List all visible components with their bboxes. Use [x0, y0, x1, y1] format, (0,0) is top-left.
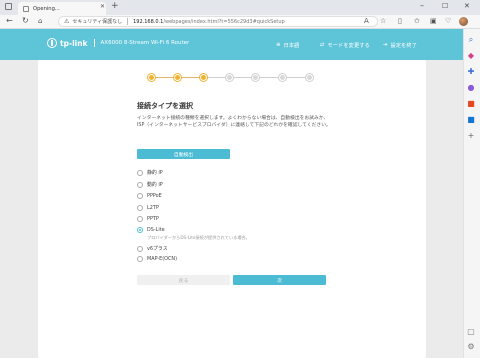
option-v6-plus[interactable]: v6プラス — [137, 245, 168, 252]
radio-button[interactable] — [137, 216, 143, 222]
exit-setup-link[interactable]: ⇥ 設定を終了 — [383, 41, 417, 49]
brand-name: tp-link — [60, 38, 88, 48]
maximize-icon[interactable]: ☐ — [442, 2, 448, 10]
language-label: 日本語 — [283, 43, 300, 49]
progress-step — [279, 74, 286, 81]
workspaces-icon[interactable] — [5, 3, 12, 10]
reload-icon[interactable]: ↻ — [22, 16, 29, 25]
ds-lite-note: プロバイダーからDS-Lite接続が提供されている場合。 — [147, 235, 250, 240]
edge-sidebar — [463, 29, 480, 358]
radio-button-selected[interactable] — [137, 227, 143, 233]
option-label: MAP-E(OCN) — [147, 256, 178, 262]
page-favicon-icon — [23, 5, 29, 12]
close-tab-icon[interactable]: ✕ — [100, 3, 105, 10]
option-pptp[interactable]: PPTP — [137, 216, 159, 222]
progress-step — [174, 74, 181, 81]
page-title: 接続タイプを選択 — [137, 102, 193, 110]
security-label: セキュリティ保護なし — [72, 19, 123, 25]
browser-tab[interactable]: Opening... — [18, 2, 106, 15]
option-label: PPPoE — [147, 193, 162, 199]
progress-step — [306, 74, 313, 81]
progress-step — [252, 74, 259, 81]
option-label: v6プラス — [147, 246, 168, 252]
setup-card — [38, 60, 426, 358]
hide-sidebar-icon[interactable]: ▢ — [466, 327, 476, 337]
exit-setup-label: 設定を終了 — [390, 43, 417, 49]
favorites-icon[interactable]: ✩ — [414, 17, 420, 25]
url-path: /webpages/index.html?t=556c29d3#quickSet… — [163, 18, 285, 25]
url-host: 192.168.0.1 — [133, 18, 164, 25]
option-label: 静的 IP — [147, 170, 163, 176]
outlook-icon[interactable]: ■ — [466, 115, 476, 125]
window-close-icon[interactable]: ✕ — [464, 2, 470, 10]
radio-button[interactable] — [137, 181, 143, 188]
brand-divider — [93, 39, 95, 47]
new-tab-icon[interactable]: + — [111, 1, 119, 11]
favorite-star-icon[interactable]: ☆ — [380, 17, 386, 25]
progress-step — [148, 74, 155, 81]
brand: tp-link AX6000 8-Stream Wi-Fi 6 Router — [47, 38, 189, 48]
progress-step — [226, 74, 233, 81]
tab-title: Opening... — [33, 5, 60, 12]
option-label: 動的 IP — [147, 182, 163, 188]
warning-icon: ⚠ — [64, 18, 70, 25]
option-dynamic-ip[interactable]: 動的 IP — [137, 181, 163, 188]
shopping-icon[interactable]: ◆ — [466, 51, 476, 61]
mode-switch-icon: ⇄ — [320, 42, 325, 48]
address-bar[interactable]: ⚠ セキュリティ保護なし 192.168.0.1 /webpages/index… — [58, 16, 378, 27]
tools-icon[interactable]: ✚ — [466, 67, 476, 77]
option-ds-lite[interactable]: DS-Lite — [137, 227, 165, 233]
back-button[interactable]: 戻る — [137, 275, 230, 285]
home-icon[interactable]: ⌂ — [38, 17, 42, 25]
auto-detect-button[interactable]: 自動検出 — [137, 149, 230, 159]
option-l2tp[interactable]: L2TP — [137, 205, 159, 211]
add-sidebar-icon[interactable]: + — [466, 131, 476, 141]
option-map-e-ocn[interactable]: MAP-E(OCN) — [137, 256, 177, 262]
collections-icon[interactable]: ▣ — [430, 17, 437, 25]
option-label: DS-Lite — [147, 227, 165, 233]
exit-icon: ⇥ — [383, 42, 388, 48]
globe-icon: ⊕ — [276, 42, 281, 48]
back-icon[interactable]: ← — [6, 16, 13, 25]
option-label: PPTP — [147, 216, 159, 222]
page-description: インターネット接続の種類を選択します。よくわからない場合は、自動検出をお試みか、… — [137, 116, 331, 128]
change-mode-link[interactable]: ⇄ モードを変更する — [320, 41, 370, 49]
language-selector[interactable]: ⊕ 日本語 — [276, 41, 299, 49]
next-button[interactable]: 次 — [233, 275, 326, 285]
radio-button[interactable] — [137, 205, 143, 211]
read-aloud-icon[interactable]: A — [364, 17, 369, 25]
tp-link-logo-icon — [47, 38, 57, 48]
search-icon[interactable]: ⌕ — [466, 35, 476, 45]
browser-essentials-icon[interactable]: ♡ — [445, 17, 451, 25]
sidebar-settings-icon[interactable]: ⚙ — [466, 342, 476, 352]
profile-avatar[interactable] — [459, 17, 468, 26]
office-icon[interactable]: ■ — [466, 99, 476, 109]
address-separator — [127, 18, 129, 25]
radio-button[interactable] — [137, 169, 143, 176]
progress-step — [200, 74, 207, 81]
option-label: L2TP — [147, 205, 159, 211]
games-icon[interactable]: ● — [466, 83, 476, 93]
radio-button[interactable] — [137, 256, 143, 262]
option-static-ip[interactable]: 静的 IP — [137, 169, 163, 176]
option-pppoe[interactable]: PPPoE — [137, 193, 162, 199]
change-mode-label: モードを変更する — [327, 43, 370, 49]
radio-button[interactable] — [137, 245, 143, 252]
split-screen-icon[interactable]: ▯ — [398, 17, 402, 25]
minimize-icon[interactable]: – — [420, 1, 424, 10]
router-model: AX6000 8-Stream Wi-Fi 6 Router — [100, 40, 190, 46]
radio-button[interactable] — [137, 193, 143, 199]
